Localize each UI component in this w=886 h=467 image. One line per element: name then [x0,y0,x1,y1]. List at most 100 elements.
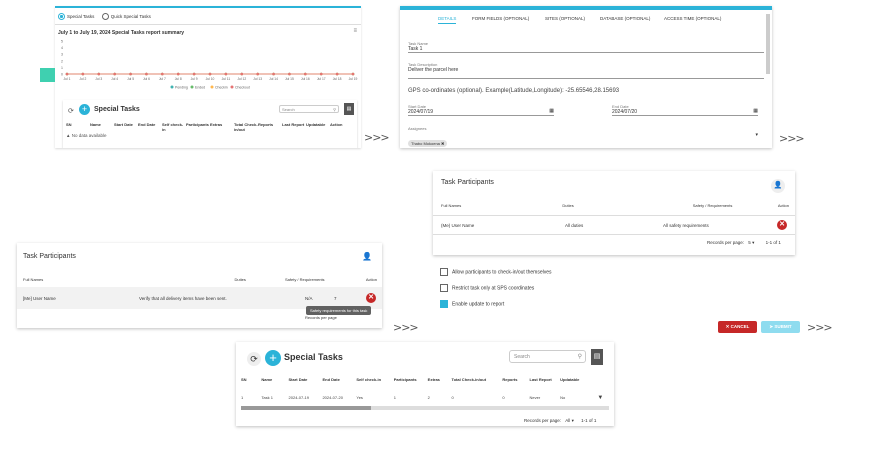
radio-quick-tasks[interactable]: Quick Special Tasks [101,13,151,20]
option-label: Restrict task only at SPS coordinates [452,285,535,292]
data-point [129,72,132,76]
task-participants-panel-right: Task Participants 👤 Full Names Duties Sa… [433,171,795,255]
refresh-icon[interactable]: ⟳ [247,352,261,366]
radio-special-tasks[interactable]: Special Tasks [58,13,94,20]
col-name: Name [261,377,273,382]
cell-reports: 0 [502,395,505,400]
cell-participants: 1 [393,395,396,400]
end-date-field[interactable]: End Date 2024/07/20 ▦ [612,104,758,116]
option-allow-checkin[interactable]: Allow participants to check-in/out thems… [440,268,552,276]
assignee-chip[interactable]: Thabo Mokoena ✖ [408,140,448,147]
horizontal-scrollbar[interactable] [241,406,609,410]
chevron-down-icon[interactable]: ▾ [755,132,758,138]
calendar-icon[interactable]: ▦ [549,108,554,114]
legend-label[interactable]: Checkout [235,85,250,89]
add-participant-icon[interactable]: 👤 [362,252,372,261]
flow-arrow-1: >>> [364,131,390,144]
x-tick-label: Jul 17 [317,77,326,81]
x-tick-label: Jul 6 [143,77,150,81]
participants-title: Task Participants [441,179,494,186]
search-input[interactable]: Search ⚲ [509,350,586,363]
cancel-button[interactable]: ✕ CANCEL [718,321,757,333]
special-tasks-summary-panel: Special Tasks Quick Special Tasks July 1… [55,6,361,148]
task-name-value: Task 1 [408,46,764,53]
x-tick-label: Jul 7 [159,77,166,81]
chip-remove-icon[interactable]: ✖ [441,141,444,146]
radio-quick-label: Quick Special Tasks [110,13,151,19]
refresh-icon[interactable]: ⟳ [68,107,74,115]
col-duties: Duties [562,203,574,208]
export-icon[interactable]: ▤ [344,103,354,115]
x-tick-label: Jul 5 [127,77,134,81]
pagination: Records per page: 5 ▾ 1-1 of 1 [707,240,781,245]
cancel-label: CANCEL [730,324,750,329]
assignees-field[interactable]: Assignees Thabo Mokoena ✖ ▾ [408,126,758,148]
summary-line-chart: 5 4 3 2 1 0Jul 1 Jul 2 Jul 3 Jul 4 Jul 5 Jul 6 Jul … [61,40,358,90]
submit-label: SUBMIT [774,324,792,329]
remove-participant-button[interactable]: ✕ [777,220,787,230]
legend-label[interactable]: Checkin [215,85,228,89]
legend-marker [210,85,214,89]
records-per-page-label: Records per page: [707,240,745,245]
calendar-icon[interactable]: ▦ [753,108,758,114]
col-extras: Extras [210,122,223,127]
legend-label[interactable]: Pending [175,85,188,89]
table-header: SN Name Start Date End Date Self check-i… [241,377,611,382]
description-value: Deliver the parcel here [408,67,764,79]
legend-label[interactable]: Ended [195,85,205,89]
tab-details[interactable]: DETAILS [438,16,457,24]
table-title: Special Tasks [284,352,343,362]
participant-name: [Me] User Name [23,296,56,301]
table-header: SN Name Start Date End Date Self check-i… [66,122,354,132]
table-row[interactable]: 1 Task 1 2024-07-19 2024-07-20 Yes 1 2 0… [241,395,611,401]
scrollbar[interactable] [766,14,770,74]
description-field[interactable]: Task Description Deliver the parcel here [408,62,764,79]
options-checklist: Allow participants to check-in/out thems… [440,268,552,308]
participants-header: Full Names Duties Safety / Requirements … [23,277,377,282]
folder-icon[interactable]: ▼ [597,395,611,401]
participants-header: Full Names Duties Safety / Requirements … [441,203,789,208]
x-tick-label: Jul 19 [349,77,358,81]
task-type-radio-group: Special Tasks Quick Special Tasks [58,13,151,20]
add-task-button[interactable]: + [79,104,90,115]
tab-access-time[interactable]: ACCESS TIME (OPTIONAL) [664,16,721,21]
records-per-page-select[interactable]: All [565,418,570,423]
records-per-page-select[interactable]: 5 [748,240,751,245]
option-enable-update[interactable]: Enable update to report [440,300,552,308]
search-input[interactable]: Search ⚲ [279,105,339,113]
tab-form-fields[interactable]: FORM FIELDS (OPTIONAL) [472,16,529,21]
task-name-field[interactable]: Task Name Task 1 [408,41,764,53]
submit-button[interactable]: ➤ SUBMIT [761,321,800,333]
chart-title: July 1 to July 19, 2024 Special Tasks re… [58,30,185,36]
data-point [240,72,244,76]
x-tick-label: Jul 2 [79,77,86,81]
cell-sn: 1 [241,395,244,400]
pagination-range: 1-1 of 1 [581,418,597,423]
start-date-field[interactable]: Start Date 2024/07/19 ▦ [408,104,554,116]
col-updatable: Updatable [560,377,580,382]
col-safety: Safety / Requirements [284,277,325,282]
col-action: Action [330,122,343,127]
checkbox-checked-icon[interactable] [440,300,448,308]
add-participant-icon[interactable]: 👤 [771,179,785,193]
option-restrict-gps[interactable]: Restrict task only at SPS coordinates [440,284,552,292]
export-icon[interactable]: ▤ [591,349,603,365]
start-date-value: 2024/07/19 [408,109,554,116]
tab-sites[interactable]: SITES (OPTIONAL) [545,16,585,21]
remove-participant-button[interactable]: ✕ [366,293,376,303]
col-selfcheck: Self check-in [356,377,382,382]
y-tick-label: 4 [61,46,63,50]
y-tick-label: 0 [61,73,63,77]
data-point [176,72,180,76]
menu-icon[interactable]: ≡ [353,28,357,34]
tab-database[interactable]: DATABASE (OPTIONAL) [600,16,650,21]
search-placeholder: Search [282,107,295,112]
y-tick-label: 3 [61,53,63,57]
pagination-range: 1-1 of 1 [765,240,781,245]
checkbox-unchecked-icon[interactable] [440,284,448,292]
checkbox-unchecked-icon[interactable] [440,268,448,276]
col-reports: Reports [502,377,518,382]
col-start: Start Date [288,377,308,382]
add-task-button[interactable]: + [265,350,281,366]
y-tick-label: 2 [61,59,63,63]
